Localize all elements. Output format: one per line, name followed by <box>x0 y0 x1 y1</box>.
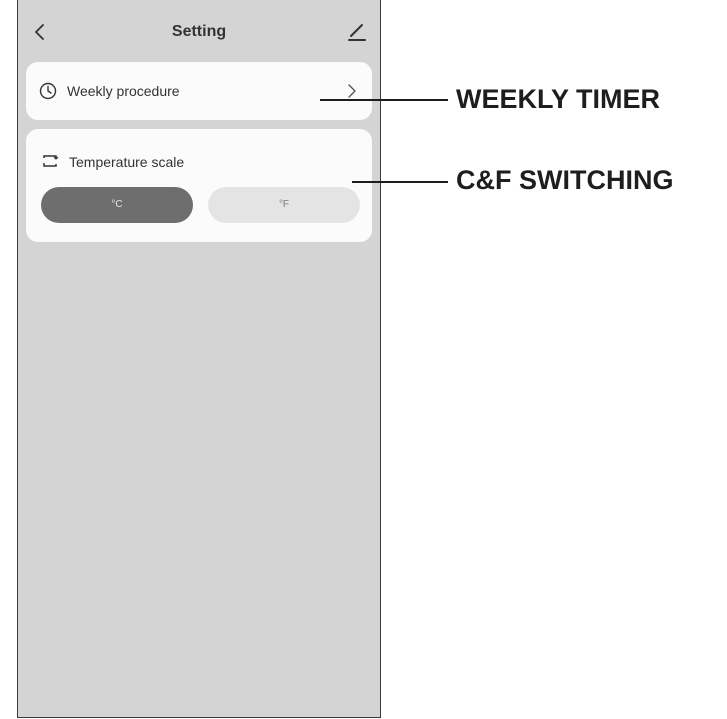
weekly-procedure-label: Weekly procedure <box>67 83 180 99</box>
phone-screen: Setting Weekly procedure Temperature sca… <box>17 0 381 718</box>
pencil-icon[interactable] <box>346 20 368 44</box>
page-title: Setting <box>171 23 227 40</box>
temperature-scale-card: Temperature scale °C °F <box>26 129 372 242</box>
cf-switching-callout: C&F SWITCHING <box>456 165 674 195</box>
clock-icon <box>39 82 57 100</box>
weekly-timer-callout: WEEKLY TIMER <box>456 84 661 114</box>
fahrenheit-button[interactable]: °F <box>208 187 360 223</box>
weekly-timer-callout-line <box>320 99 448 101</box>
celsius-button[interactable]: °C <box>41 187 193 223</box>
weekly-procedure-row[interactable]: Weekly procedure <box>26 62 372 120</box>
cf-switching-callout-line <box>352 181 448 183</box>
app-header: Setting <box>18 0 380 62</box>
temperature-scale-label: Temperature scale <box>69 154 185 170</box>
chevron-right-icon <box>348 84 356 98</box>
swap-icon <box>43 155 59 167</box>
